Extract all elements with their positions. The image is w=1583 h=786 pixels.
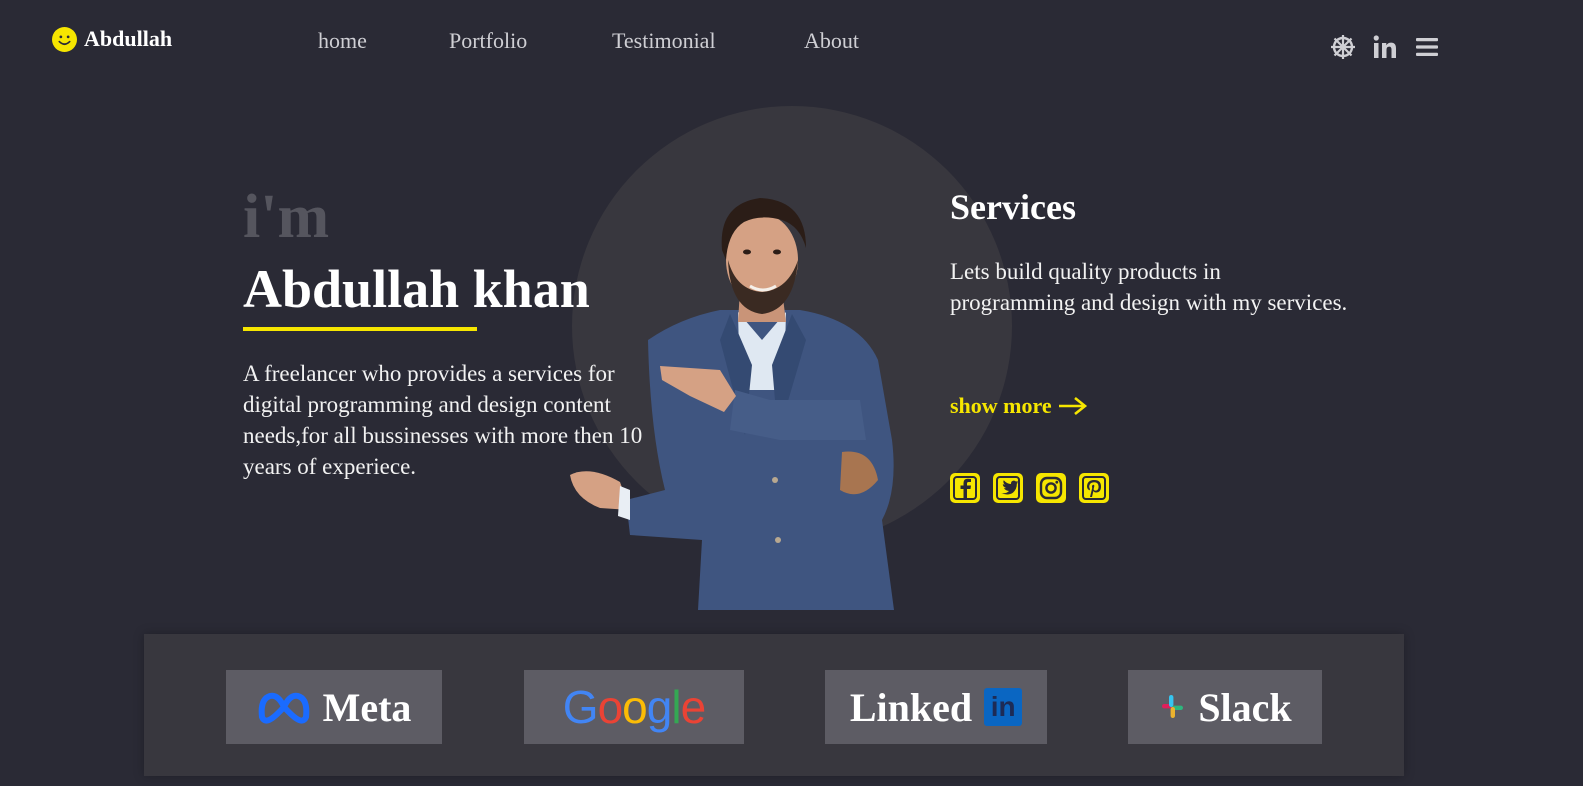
brand-linkedin: Linked in	[825, 670, 1047, 744]
hero-name-underline	[243, 327, 477, 331]
google-letter: o	[597, 681, 624, 733]
logo[interactable]: Abdullah	[52, 26, 172, 52]
instagram-icon[interactable]	[1036, 473, 1066, 503]
pinterest-icon[interactable]	[1079, 473, 1109, 503]
dharma-wheel-icon[interactable]	[1330, 34, 1356, 60]
google-letter: l	[671, 681, 681, 733]
linkedin-label: Linked	[849, 684, 973, 730]
show-more-label: show more	[950, 393, 1052, 418]
show-more-link[interactable]: show more	[950, 393, 1088, 419]
services-title: Services	[950, 187, 1076, 227]
brand-google: Google	[524, 670, 744, 744]
twitter-icon[interactable]	[993, 473, 1023, 503]
hero-person-image	[570, 198, 894, 610]
arrow-right-icon	[1058, 396, 1087, 416]
nav-portfolio[interactable]: Portfolio	[449, 28, 527, 54]
brand-slack: Slack	[1128, 670, 1322, 744]
slack-logo-icon	[1162, 695, 1184, 718]
google-wordmark: Google	[562, 680, 707, 734]
hero-name: Abdullah khan	[243, 259, 590, 319]
facebook-icon[interactable]	[950, 473, 980, 503]
menu-icon[interactable]	[1414, 34, 1440, 60]
linkedin-badge-icon: in	[984, 688, 1023, 726]
services-text: Lets build quality products in programmi…	[950, 259, 1348, 315]
google-letter: g	[646, 681, 673, 733]
portfolio-page: Abdullah home Portfolio Testimonial Abou…	[0, 0, 1583, 786]
meta-logo-icon	[258, 692, 309, 724]
google-letter: G	[562, 681, 599, 733]
google-letter: o	[622, 681, 648, 733]
smiley-icon	[52, 26, 77, 52]
meta-label: Meta	[322, 684, 412, 730]
brand-meta: Meta	[226, 670, 442, 744]
linkedin-icon[interactable]	[1372, 34, 1398, 60]
nav-about[interactable]: About	[804, 28, 859, 54]
linkedin-badge-text: in	[990, 691, 1016, 722]
google-letter: e	[680, 681, 707, 733]
slack-label: Slack	[1198, 684, 1292, 730]
hero-intro: i'm	[243, 183, 330, 251]
logo-text: Abdullah	[84, 26, 173, 51]
nav-home[interactable]: home	[318, 28, 367, 54]
nav-testimonial[interactable]: Testimonial	[612, 28, 716, 54]
